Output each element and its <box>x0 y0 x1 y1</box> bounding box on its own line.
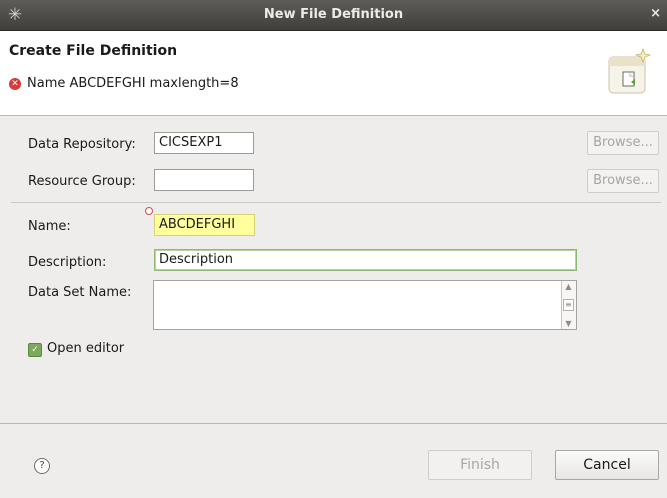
window-title: New File Definition <box>263 7 404 22</box>
divider <box>11 202 661 203</box>
name-label: Name: <box>28 219 71 234</box>
wizard-header: Create File Definition ✕ Name ABCDEFGHI … <box>0 31 667 116</box>
page-title: Create File Definition <box>9 43 178 59</box>
help-icon[interactable]: ? <box>34 458 50 474</box>
data-repository-label: Data Repository: <box>28 137 136 152</box>
data-set-name-label: Data Set Name: <box>28 285 132 300</box>
resource-group-label: Resource Group: <box>28 174 136 189</box>
cancel-button[interactable]: Cancel <box>555 450 659 480</box>
error-message: ✕ Name ABCDEFGHI maxlength=8 <box>9 76 239 91</box>
data-set-name-field[interactable]: ▲ ≡ ▼ <box>153 280 577 330</box>
description-field[interactable]: Description <box>154 249 577 271</box>
scroll-thumb[interactable]: ≡ <box>563 299 574 311</box>
description-label: Description: <box>28 255 107 270</box>
field-error-icon <box>145 207 153 215</box>
close-icon[interactable]: × <box>650 6 661 21</box>
error-icon: ✕ <box>9 77 21 90</box>
data-repository-field[interactable]: CICSEXP1 <box>154 132 254 154</box>
name-field[interactable]: ABCDEFGHI <box>154 214 255 236</box>
scroll-up-icon[interactable]: ▲ <box>563 282 574 291</box>
resource-group-field[interactable] <box>154 169 254 191</box>
title-bar: ✳ New File Definition × <box>0 0 667 31</box>
new-file-wizard-icon <box>608 47 652 94</box>
error-message-text: Name ABCDEFGHI maxlength=8 <box>27 76 239 91</box>
resource-group-browse-button[interactable]: Browse... <box>587 169 659 193</box>
open-editor-label: Open editor <box>47 341 125 356</box>
open-editor-checkbox[interactable]: ✓ <box>28 343 42 357</box>
data-repository-browse-button[interactable]: Browse... <box>587 131 659 155</box>
scroll-down-icon[interactable]: ▼ <box>563 319 574 328</box>
dialog-footer: ? Finish Cancel <box>0 423 667 498</box>
finish-button[interactable]: Finish <box>428 450 532 480</box>
vertical-scrollbar[interactable]: ▲ ≡ ▼ <box>561 281 576 329</box>
